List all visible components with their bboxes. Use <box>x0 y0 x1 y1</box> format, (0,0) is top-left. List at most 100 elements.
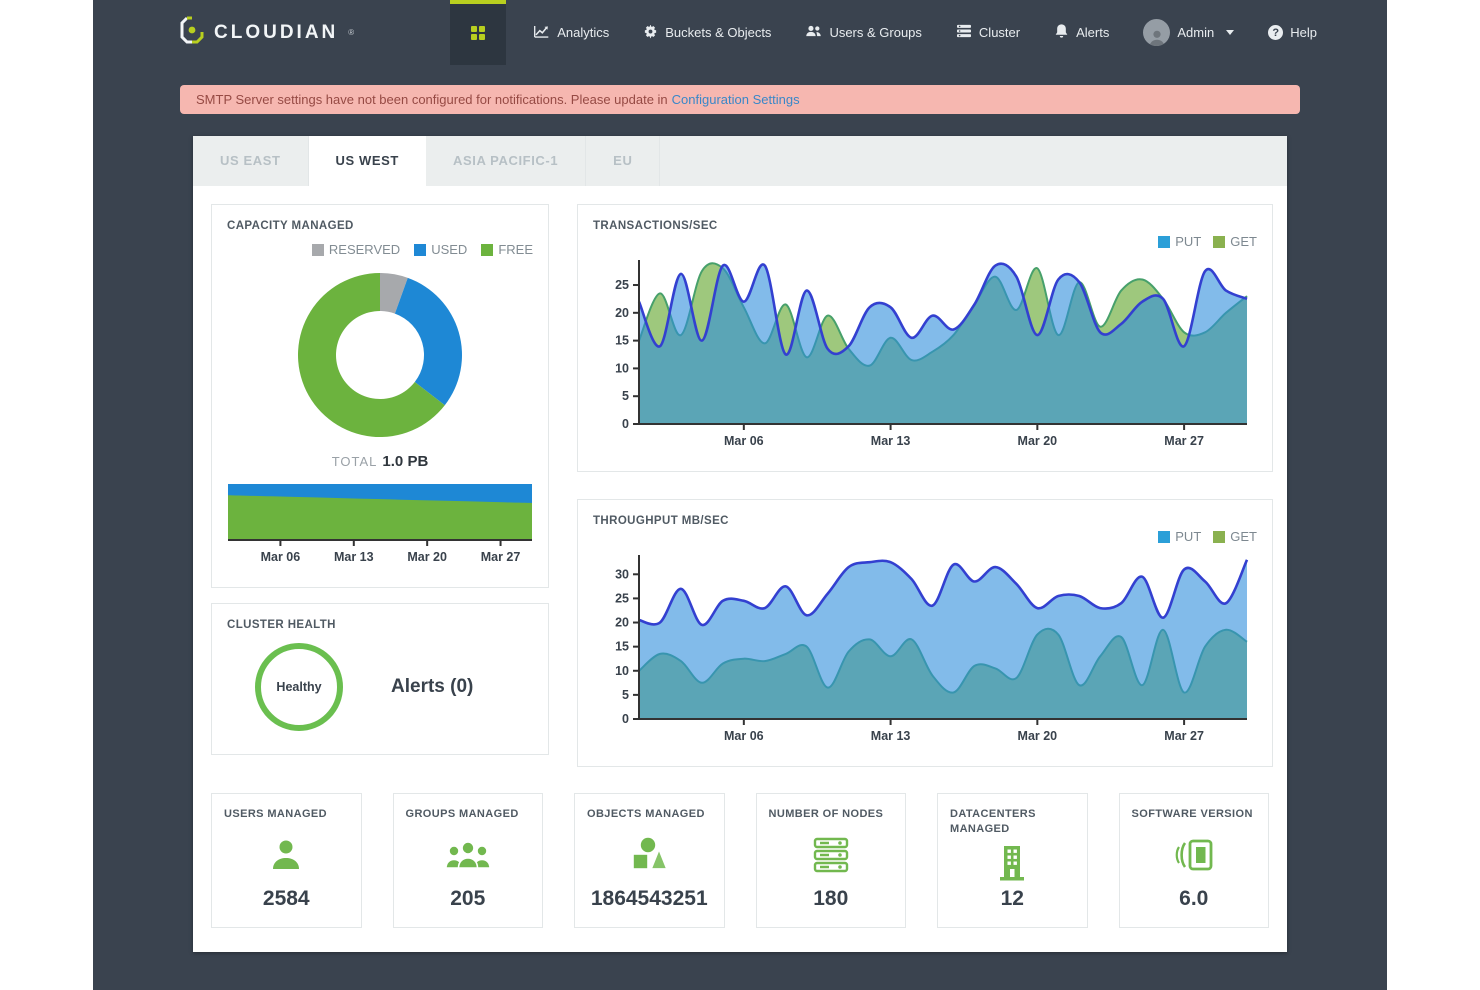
objects-managed-card: OBJECTS MANAGED 1864543251 <box>574 793 725 928</box>
capacity-donut-chart <box>227 271 533 439</box>
nav-analytics[interactable]: Analytics <box>516 0 626 65</box>
groups-managed-card: GROUPS MANAGED 205 <box>393 793 544 928</box>
get-swatch <box>1213 236 1225 248</box>
svg-text:25: 25 <box>615 591 629 605</box>
right-column: TRANSACTIONS/SEC PUT GET 0510152025M <box>577 204 1273 767</box>
users-managed-card: USERS MANAGED 2584 <box>211 793 362 928</box>
stat-value: 205 <box>406 887 531 911</box>
svg-text:15: 15 <box>615 334 629 348</box>
svg-text:Mar 27: Mar 27 <box>1164 729 1204 743</box>
cloudian-logo[interactable]: CLOUDIAN ® <box>179 16 354 49</box>
nav-admin[interactable]: Admin <box>1126 0 1251 65</box>
chevron-down-icon <box>1226 30 1234 35</box>
tab-us-east[interactable]: US EAST <box>193 136 309 186</box>
server-list-icon <box>956 24 972 41</box>
svg-text:25: 25 <box>615 278 629 292</box>
free-swatch <box>481 244 493 256</box>
region-tabs: US EAST US WEST ASIA PACIFIC-1 EU <box>193 136 1287 186</box>
nav-cluster[interactable]: Cluster <box>939 0 1037 65</box>
legend-used: USED <box>414 242 467 257</box>
help-label: Help <box>1290 25 1317 40</box>
legend-free: FREE <box>481 242 533 257</box>
left-column: CAPACITY MANAGED RESERVED USED <box>211 204 549 767</box>
tab-us-west[interactable]: US WEST <box>309 136 426 186</box>
panel-title: CLUSTER HEALTH <box>227 619 533 631</box>
svg-text:0: 0 <box>622 417 629 431</box>
stat-title: SOFTWARE VERSION <box>1132 807 1257 822</box>
panel-title: CAPACITY MANAGED <box>227 220 533 232</box>
nav-label: Analytics <box>557 25 609 40</box>
objects-shapes-icon <box>587 828 712 883</box>
admin-avatar <box>1143 19 1170 46</box>
svg-text:15: 15 <box>615 640 629 654</box>
nav-menu: Analytics Buckets & Objects <box>450 0 1334 65</box>
people-icon <box>805 24 822 41</box>
throughput-chart: 051015202530Mar 06Mar 13Mar 20Mar 27 <box>593 550 1257 751</box>
stat-title: DATACENTERS MANAGED <box>950 807 1075 837</box>
svg-text:Mar 20: Mar 20 <box>1018 729 1058 743</box>
svg-text:Mar 20: Mar 20 <box>407 550 447 564</box>
svg-text:10: 10 <box>615 664 629 678</box>
nav-label: Users & Groups <box>829 25 921 40</box>
stat-value: 180 <box>769 887 894 911</box>
software-box-icon <box>1132 828 1257 883</box>
configuration-settings-link[interactable]: Configuration Settings <box>672 92 800 107</box>
bell-icon <box>1054 23 1069 42</box>
group-icon <box>406 828 531 883</box>
svg-text:Mar 06: Mar 06 <box>261 550 301 564</box>
svg-text:20: 20 <box>615 306 629 320</box>
stat-title: NUMBER OF NODES <box>769 807 894 822</box>
stat-title: OBJECTS MANAGED <box>587 807 712 822</box>
tab-asia-pacific-1[interactable]: ASIA PACIFIC-1 <box>426 136 586 186</box>
top-navbar: CLOUDIAN ® <box>93 0 1387 65</box>
nav-label: Cluster <box>979 25 1020 40</box>
svg-text:Mar 13: Mar 13 <box>871 729 911 743</box>
server-nodes-icon <box>769 828 894 883</box>
stat-value: 2584 <box>224 887 349 911</box>
nav-label: Buckets & Objects <box>665 25 771 40</box>
datacenters-managed-card: DATACENTERS MANAGED <box>937 793 1088 928</box>
stat-cards-row: USERS MANAGED 2584 GROUPS MANAGED <box>211 793 1269 928</box>
legend-get: GET <box>1213 234 1257 249</box>
user-icon <box>224 828 349 883</box>
banner-text: SMTP Server settings have not been confi… <box>196 92 668 107</box>
throughput-legend: PUT GET <box>593 529 1257 544</box>
tab-eu[interactable]: EU <box>586 136 660 186</box>
nav-dashboard[interactable] <box>450 0 506 65</box>
used-swatch <box>414 244 426 256</box>
capacity-legend: RESERVED USED FREE <box>227 242 533 257</box>
nav-users-groups[interactable]: Users & Groups <box>788 0 938 65</box>
throughput-panel: THROUGHPUT MB/SEC PUT GET 0510152025 <box>577 499 1273 767</box>
brand-trademark: ® <box>348 28 354 37</box>
transactions-chart: 0510152025Mar 06Mar 13Mar 20Mar 27 <box>593 255 1257 456</box>
admin-label: Admin <box>1177 25 1214 40</box>
svg-text:20: 20 <box>615 616 629 630</box>
svg-text:Mar 27: Mar 27 <box>481 550 521 564</box>
svg-text:5: 5 <box>622 688 629 702</box>
svg-text:0: 0 <box>622 712 629 726</box>
line-chart-icon <box>533 24 550 42</box>
stat-value: 6.0 <box>1132 887 1257 911</box>
legend-put: PUT <box>1158 234 1201 249</box>
capacity-managed-panel: CAPACITY MANAGED RESERVED USED <box>211 204 549 588</box>
dashboard-body: CAPACITY MANAGED RESERVED USED <box>193 186 1287 952</box>
nav-alerts[interactable]: Alerts <box>1037 0 1126 65</box>
svg-text:Mar 06: Mar 06 <box>724 434 764 448</box>
legend-put: PUT <box>1158 529 1201 544</box>
transactions-panel: TRANSACTIONS/SEC PUT GET 0510152025M <box>577 204 1273 472</box>
nav-help[interactable]: ? Help <box>1251 0 1334 65</box>
software-version-card: SOFTWARE VERSION 6.0 <box>1119 793 1270 928</box>
building-icon <box>950 843 1075 883</box>
health-status-ring: Healthy <box>255 643 343 731</box>
capacity-trend-chart: Mar 06Mar 13Mar 20Mar 27 <box>227 483 533 572</box>
cluster-health-panel: CLUSTER HEALTH Healthy Alerts (0) <box>211 603 549 755</box>
brand-name: CLOUDIAN <box>214 22 338 44</box>
nav-label: Alerts <box>1076 25 1109 40</box>
stat-title: USERS MANAGED <box>224 807 349 822</box>
nav-buckets-objects[interactable]: Buckets & Objects <box>626 0 788 65</box>
get-swatch <box>1213 531 1225 543</box>
question-mark-icon: ? <box>1268 25 1283 40</box>
svg-text:Mar 06: Mar 06 <box>724 729 764 743</box>
capacity-total: TOTAL1.0 PB <box>227 453 533 471</box>
smtp-warning-banner: SMTP Server settings have not been confi… <box>180 85 1300 114</box>
